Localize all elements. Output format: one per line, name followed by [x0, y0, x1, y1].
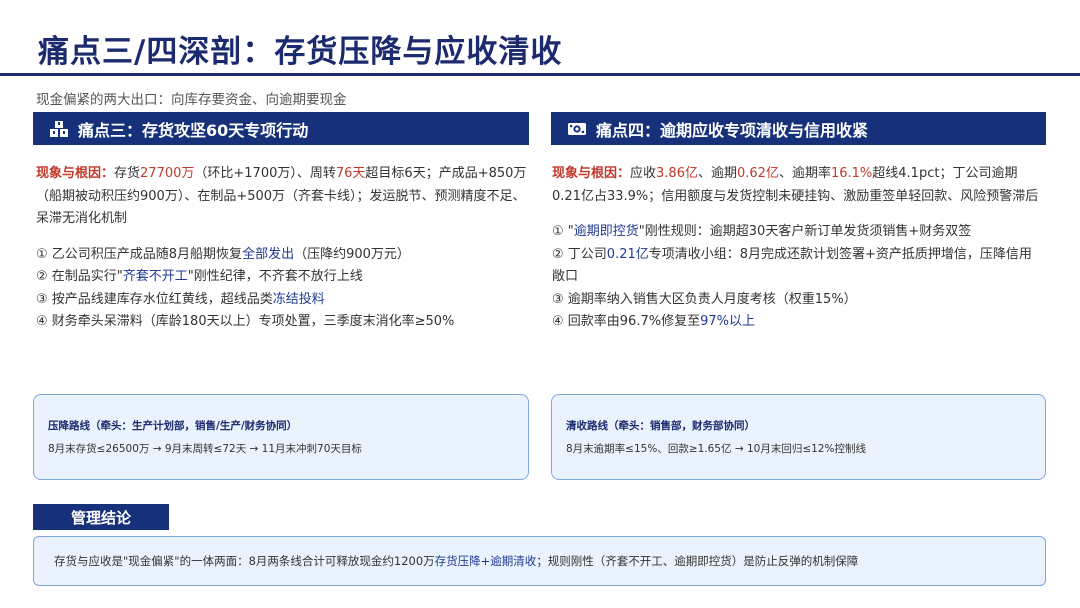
- cause-paragraph: 现象与根因：应收3.86亿、逾期0.62亿、逾期率16.1%超线4.1pct；丁…: [552, 163, 1044, 208]
- list-item: ② 在制品实行"齐套不开工"刚性纪律，不齐套不放行上线: [36, 269, 363, 284]
- cause-label: 现象与根因：: [552, 166, 631, 181]
- boxes-icon: [50, 120, 68, 137]
- conclusion-text: 存货与应收是"现金偏紧"的一体两面：8月两条线合计可释放现金约1200万存货压降…: [54, 554, 859, 568]
- route-body: 8月末逾期率≤15%、回款≥1.65亿 → 10月末回归≤12%控制线: [566, 443, 866, 455]
- cause-label: 现象与根因：: [36, 166, 115, 181]
- page-subtitle: 现金偏紧的两大出口：向库存要资金、向逾期要现金: [36, 92, 347, 108]
- list-item: ④ 财务牵头呆滞料（库龄180天以上）专项处置，三季度末消化率≥50%: [36, 314, 455, 329]
- overdue-value: 0.62亿: [737, 166, 779, 181]
- receivable-value: 3.86亿: [656, 166, 698, 181]
- action-list: ① "逾期即控货"刚性规则：逾期超30天客户新订单发货须销售+财务双签 ② 丁公…: [552, 221, 1044, 334]
- section-header-title: 痛点四：逾期应收专项清收与信用收紧: [596, 120, 869, 140]
- list-item: ③ 逾期率纳入销售大区负责人月度考核（权重15%）: [552, 291, 857, 307]
- list-item: ④ 回款率由96.7%修复至97%以上: [552, 314, 755, 329]
- list-item: ① 乙公司积压产成品随8月船期恢复全部发出（压降约900万元）: [36, 246, 410, 262]
- conclusion-box: 存货与应收是"现金偏紧"的一体两面：8月两条线合计可释放现金约1200万存货压降…: [33, 536, 1046, 586]
- cause-text: 应收: [630, 166, 657, 181]
- list-item: ① "逾期即控货"刚性规则：逾期超30天客户新订单发货须销售+财务双签: [552, 224, 972, 239]
- title-divider: [0, 73, 1080, 76]
- cause-text: 、逾期: [697, 166, 737, 181]
- cash-icon: [568, 122, 586, 135]
- overdue-rate-value: 16.1%: [830, 166, 873, 181]
- conclusion-header: 管理结论: [33, 504, 169, 530]
- inventory-content: 现象与根因：存货27700万（环比+1700万）、周转76天超目标6天；产成品+…: [36, 163, 528, 334]
- list-item: ③ 按产品线建库存水位红黄线，超线品类冻结投料: [36, 291, 325, 307]
- section-header-receivables: 痛点四：逾期应收专项清收与信用收紧: [551, 112, 1046, 145]
- cause-text: 、逾期率: [778, 166, 831, 181]
- receivables-content: 现象与根因：应收3.86亿、逾期0.62亿、逾期率16.1%超线4.1pct；丁…: [552, 163, 1044, 334]
- inventory-route-box: 压降路线（牵头：生产计划部，销售/生产/财务协同） 8月末存货≤26500万 →…: [33, 394, 529, 480]
- route-title: 压降路线（牵头：生产计划部，销售/生产/财务协同）: [48, 420, 298, 432]
- list-item: ② 丁公司0.21亿专项清收小组：8月完成还款计划签署+资产抵质押增信，压降信用…: [552, 246, 1032, 285]
- cause-text: 存货: [114, 166, 141, 181]
- route-body: 8月末存货≤26500万 → 9月末周转≤72天 → 11月末冲刺70天目标: [48, 443, 362, 455]
- action-list: ① 乙公司积压产成品随8月船期恢复全部发出（压降约900万元） ② 在制品实行"…: [36, 244, 528, 334]
- route-title: 清收路线（牵头：销售部，财务部协同）: [566, 420, 755, 432]
- turnover-value: 76天: [335, 166, 366, 181]
- cause-paragraph: 现象与根因：存货27700万（环比+1700万）、周转76天超目标6天；产成品+…: [36, 163, 528, 231]
- cause-text: （环比+1700万）、周转: [194, 166, 336, 181]
- section-header-title: 痛点三：存货攻坚60天专项行动: [78, 120, 309, 140]
- receivables-route-box: 清收路线（牵头：销售部，财务部协同） 8月末逾期率≤15%、回款≥1.65亿 →…: [551, 394, 1046, 480]
- section-header-inventory: 痛点三：存货攻坚60天专项行动: [33, 112, 529, 145]
- page-title: 痛点三/四深剖：存货压降与应收清收: [38, 34, 563, 70]
- inventory-value: 27700万: [140, 166, 195, 181]
